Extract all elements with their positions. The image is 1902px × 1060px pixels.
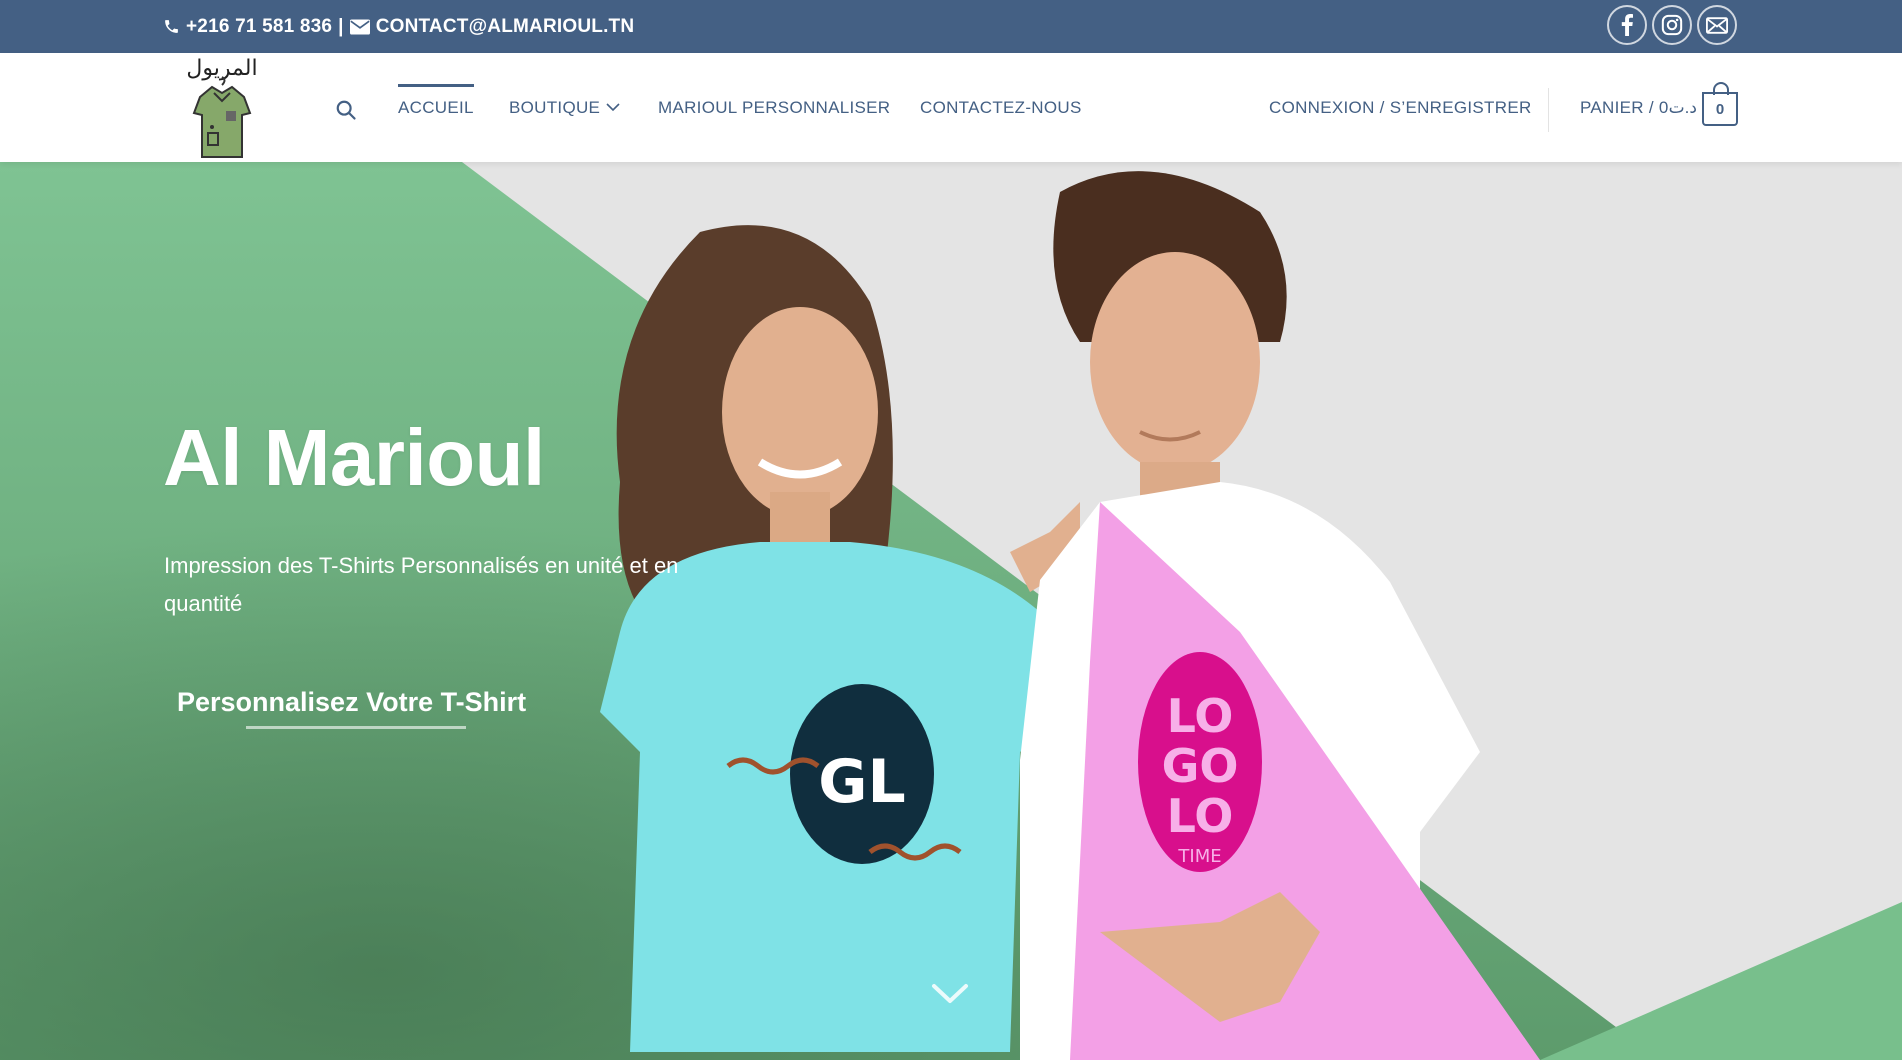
login-register-link[interactable]: CONNEXION / S’ENREGISTRER bbox=[1269, 53, 1532, 162]
svg-text:GO: GO bbox=[1162, 739, 1239, 793]
top-bar: +216 71 581 836 | CONTACT@ALMARIOUL.TN bbox=[0, 0, 1902, 53]
envelope-icon bbox=[349, 19, 370, 35]
svg-text:LO: LO bbox=[1167, 689, 1234, 743]
chevron-down-icon[interactable] bbox=[930, 980, 970, 1011]
instagram-icon[interactable] bbox=[1652, 5, 1692, 45]
phone-icon bbox=[163, 18, 180, 35]
cart-count-badge[interactable]: 0 bbox=[1702, 82, 1738, 126]
nav-boutique[interactable]: BOUTIQUE bbox=[509, 53, 620, 162]
nav-boutique-label: BOUTIQUE bbox=[509, 97, 601, 117]
nav-personnaliser[interactable]: MARIOUL PERSONNALISER bbox=[658, 53, 890, 162]
nav-accueil[interactable]: ACCUEIL bbox=[398, 53, 474, 162]
header-divider bbox=[1548, 88, 1549, 132]
customize-cta-button[interactable]: Personnalisez Votre T-Shirt bbox=[177, 677, 526, 727]
search-icon[interactable] bbox=[335, 99, 357, 126]
hero-banner: GL LO GO LO TIME Al Marioul Impression d… bbox=[0, 162, 1902, 1060]
email-link[interactable]: CONTACT@ALMARIOUL.TN bbox=[376, 16, 635, 38]
contact-info: +216 71 581 836 | CONTACT@ALMARIOUL.TN bbox=[163, 0, 634, 53]
svg-text:LO: LO bbox=[1167, 789, 1234, 843]
cta-underline bbox=[246, 726, 466, 729]
main-header: المريول ACCUEIL BOUTIQUE MARIOUL PERSONN… bbox=[0, 53, 1902, 162]
email-icon[interactable] bbox=[1697, 5, 1737, 45]
facebook-icon[interactable] bbox=[1607, 5, 1647, 45]
svg-text:GL: GL bbox=[818, 747, 905, 817]
phone-number[interactable]: +216 71 581 836 bbox=[186, 16, 332, 38]
cart-link[interactable]: PANIER / 0د.ت bbox=[1580, 53, 1697, 162]
hero-subtitle: Impression des T-Shirts Personnalisés en… bbox=[164, 553, 679, 616]
separator: | bbox=[338, 15, 344, 37]
chevron-down-icon bbox=[606, 103, 620, 112]
social-links bbox=[1607, 5, 1737, 45]
svg-text:TIME: TIME bbox=[1177, 846, 1221, 867]
hero-title: Al Marioul bbox=[163, 413, 545, 502]
nav-contact[interactable]: CONTACTEZ-NOUS bbox=[920, 53, 1082, 162]
site-logo[interactable]: المريول bbox=[170, 53, 275, 161]
